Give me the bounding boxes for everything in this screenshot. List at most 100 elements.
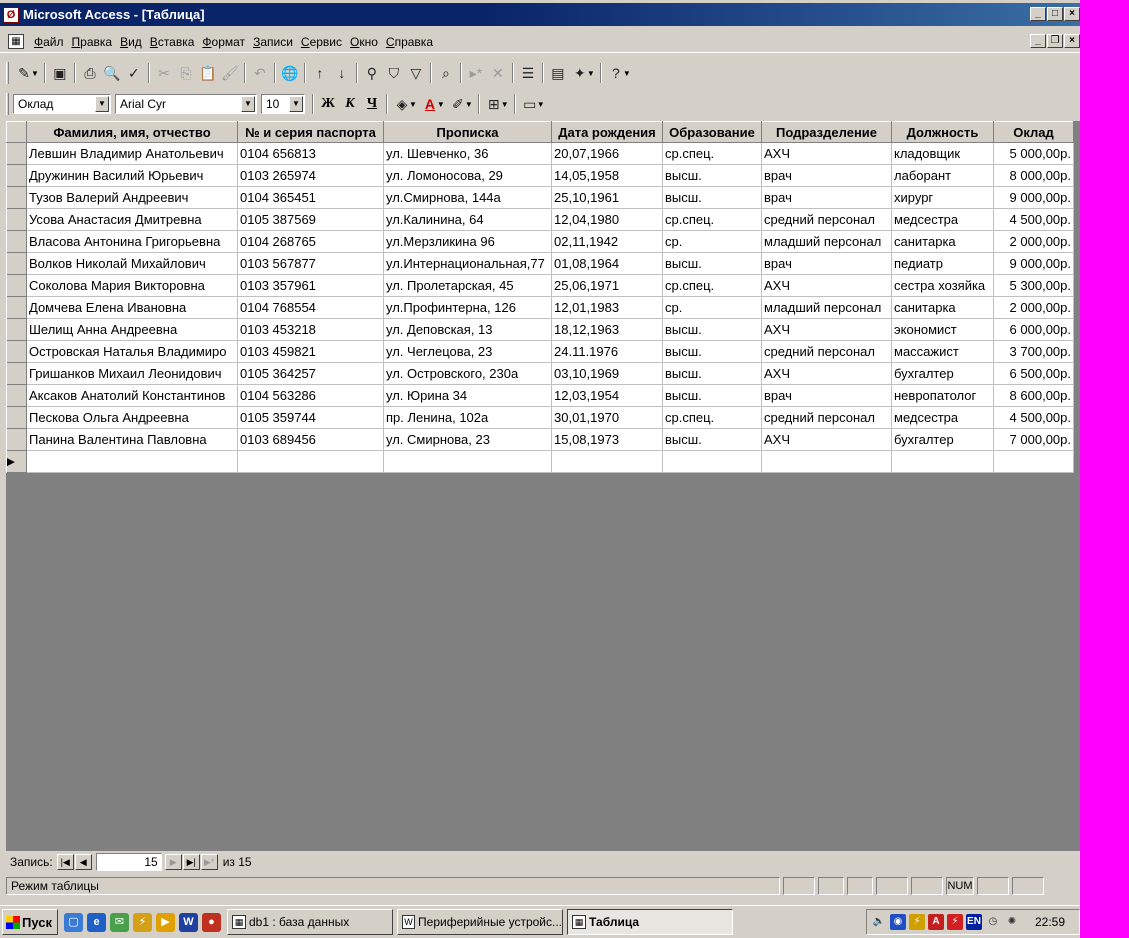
line-color-dropdown-icon[interactable]: ▼ [465, 100, 473, 109]
table-cell[interactable]: лаборант [891, 164, 994, 187]
table-cell[interactable]: ср.спец. [662, 208, 762, 231]
table-cell[interactable]: АХЧ [761, 142, 892, 165]
table-cell[interactable]: 8 600,00р. [993, 384, 1074, 407]
table-cell[interactable]: ср.спец. [662, 274, 762, 297]
table-cell[interactable]: АХЧ [761, 318, 892, 341]
table-cell[interactable]: ул. Чеглецова, 23 [383, 340, 552, 363]
table-row[interactable]: Усова Анастасия Дмитревна 0105 387569 ул.К… [6, 208, 1074, 231]
table-cell[interactable]: ул. Островского, 230а [383, 362, 552, 385]
print-icon[interactable]: ⎙ [79, 62, 101, 84]
select-all-corner[interactable] [6, 121, 27, 143]
table-cell[interactable] [551, 450, 663, 473]
table-cell[interactable]: 25,06,1971 [551, 274, 663, 297]
table-cell[interactable]: 03,10,1969 [551, 362, 663, 385]
table-cell[interactable]: ср. [662, 296, 762, 319]
internet-explorer-icon[interactable]: e [87, 912, 106, 932]
properties-icon[interactable]: ☰ [517, 62, 539, 84]
task-table[interactable]: ▦ Таблица [567, 909, 733, 935]
table-cell[interactable] [761, 450, 892, 473]
table-row[interactable]: Пескова Ольга Андреевна 0105 359744 пр. Ле… [6, 406, 1074, 429]
record-selector[interactable] [6, 164, 27, 187]
menu-insert[interactable]: Вставка [146, 35, 199, 49]
table-cell[interactable]: АХЧ [761, 274, 892, 297]
table-cell[interactable]: 3 700,00р. [993, 340, 1074, 363]
table-cell[interactable]: 12,03,1954 [551, 384, 663, 407]
table-cell[interactable]: 0103 265974 [237, 164, 384, 187]
table-cell[interactable]: младший персонал [761, 296, 892, 319]
apply-filter-icon[interactable]: ▽ [405, 62, 427, 84]
table-cell[interactable]: 7 000,00р. [993, 428, 1074, 451]
table-cell[interactable]: 5 300,00р. [993, 274, 1074, 297]
document-window-icon[interactable]: ▦ [8, 34, 24, 49]
winamp-icon[interactable]: ⚡ [133, 912, 152, 932]
record-selector[interactable] [6, 362, 27, 385]
table-row[interactable]: Панина Валентина Павловна 0103 689456 ул. … [6, 428, 1074, 451]
table-cell[interactable]: ул. Смирнова, 23 [383, 428, 552, 451]
column-header[interactable]: Подразделение [761, 121, 892, 143]
table-cell[interactable]: высш. [662, 384, 762, 407]
column-header[interactable]: Образование [662, 121, 762, 143]
table-cell[interactable]: 0104 656813 [237, 142, 384, 165]
previous-record-button[interactable]: ◀ [74, 854, 92, 870]
record-selector[interactable] [6, 428, 27, 451]
chevron-down-icon[interactable]: ▼ [241, 96, 255, 112]
table-cell[interactable]: высш. [662, 362, 762, 385]
record-selector[interactable] [6, 186, 27, 209]
table-row[interactable]: Гришанков Михаил Леонидович 0105 364257 ул… [6, 362, 1074, 385]
menu-records[interactable]: Записи [249, 35, 297, 49]
table-cell[interactable]: кладовщик [891, 142, 994, 165]
next-record-button[interactable]: ▶ [164, 854, 182, 870]
table-cell[interactable]: 0105 364257 [237, 362, 384, 385]
clock[interactable]: 22:59 [1035, 915, 1079, 929]
table-cell[interactable]: высш. [662, 340, 762, 363]
table-cell[interactable]: врач [761, 186, 892, 209]
show-desktop-icon[interactable]: ▢ [64, 912, 83, 932]
table-cell[interactable] [383, 450, 552, 473]
access-app-icon[interactable]: Ø [3, 6, 19, 23]
sort-descending-icon[interactable]: ↓ [331, 62, 353, 84]
table-cell[interactable]: 0103 689456 [237, 428, 384, 451]
table-cell[interactable]: ул.Калинина, 64 [383, 208, 552, 231]
table-cell[interactable]: 0103 357961 [237, 274, 384, 297]
special-effect-dropdown-icon[interactable]: ▼ [537, 100, 545, 109]
toolbar-grip[interactable] [6, 93, 9, 115]
maximize-button[interactable]: □ [1047, 7, 1063, 21]
spelling-icon[interactable]: ✓ [123, 62, 145, 84]
menu-help[interactable]: Справка [382, 35, 437, 49]
clock-icon[interactable]: ◷ [985, 914, 1001, 930]
table-cell[interactable]: 0103 453218 [237, 318, 384, 341]
table-cell[interactable]: Власова Антонина Григорьевна [26, 230, 238, 253]
outlook-icon[interactable]: ✉ [110, 912, 129, 932]
field-select[interactable]: Оклад ▼ [13, 94, 111, 114]
table-cell[interactable]: хирург [891, 186, 994, 209]
table-cell[interactable]: 20,07,1966 [551, 142, 663, 165]
table-cell[interactable]: средний персонал [761, 406, 892, 429]
table-cell[interactable]: высш. [662, 186, 762, 209]
tray-app-icon[interactable]: ✺ [1004, 914, 1020, 930]
table-cell[interactable]: врач [761, 384, 892, 407]
table-row[interactable]: Тузов Валерий Андреевич 0104 365451 ул.Сми… [6, 186, 1074, 209]
table-cell[interactable]: 6 500,00р. [993, 362, 1074, 385]
table-cell[interactable]: медсестра [891, 406, 994, 429]
first-record-button[interactable]: |◀ [56, 854, 74, 870]
new-record-row[interactable]: ▶ [6, 450, 1074, 473]
table-cell[interactable]: 0103 459821 [237, 340, 384, 363]
fill-color-dropdown-icon[interactable]: ▼ [409, 100, 417, 109]
table-cell[interactable] [662, 450, 762, 473]
table-cell[interactable]: ул. Пролетарская, 45 [383, 274, 552, 297]
table-cell[interactable]: медсестра [891, 208, 994, 231]
table-cell[interactable]: 12,01,1983 [551, 296, 663, 319]
menu-window[interactable]: Окно [346, 35, 382, 49]
filter-by-selection-icon[interactable]: ⚲ [361, 62, 383, 84]
table-cell[interactable]: сестра хозяйка [891, 274, 994, 297]
table-cell[interactable]: Волков Николай Михайлович [26, 252, 238, 275]
table-cell[interactable]: 9 000,00р. [993, 186, 1074, 209]
close-button[interactable]: × [1064, 7, 1080, 21]
table-cell[interactable]: средний персонал [761, 208, 892, 231]
table-cell[interactable]: младший персонал [761, 230, 892, 253]
table-cell[interactable]: 9 000,00р. [993, 252, 1074, 275]
save-icon[interactable]: ▣ [49, 62, 71, 84]
table-cell[interactable]: 0105 387569 [237, 208, 384, 231]
task-word-doc[interactable]: W Периферийные устройс... [397, 909, 563, 935]
table-cell[interactable]: 12,04,1980 [551, 208, 663, 231]
